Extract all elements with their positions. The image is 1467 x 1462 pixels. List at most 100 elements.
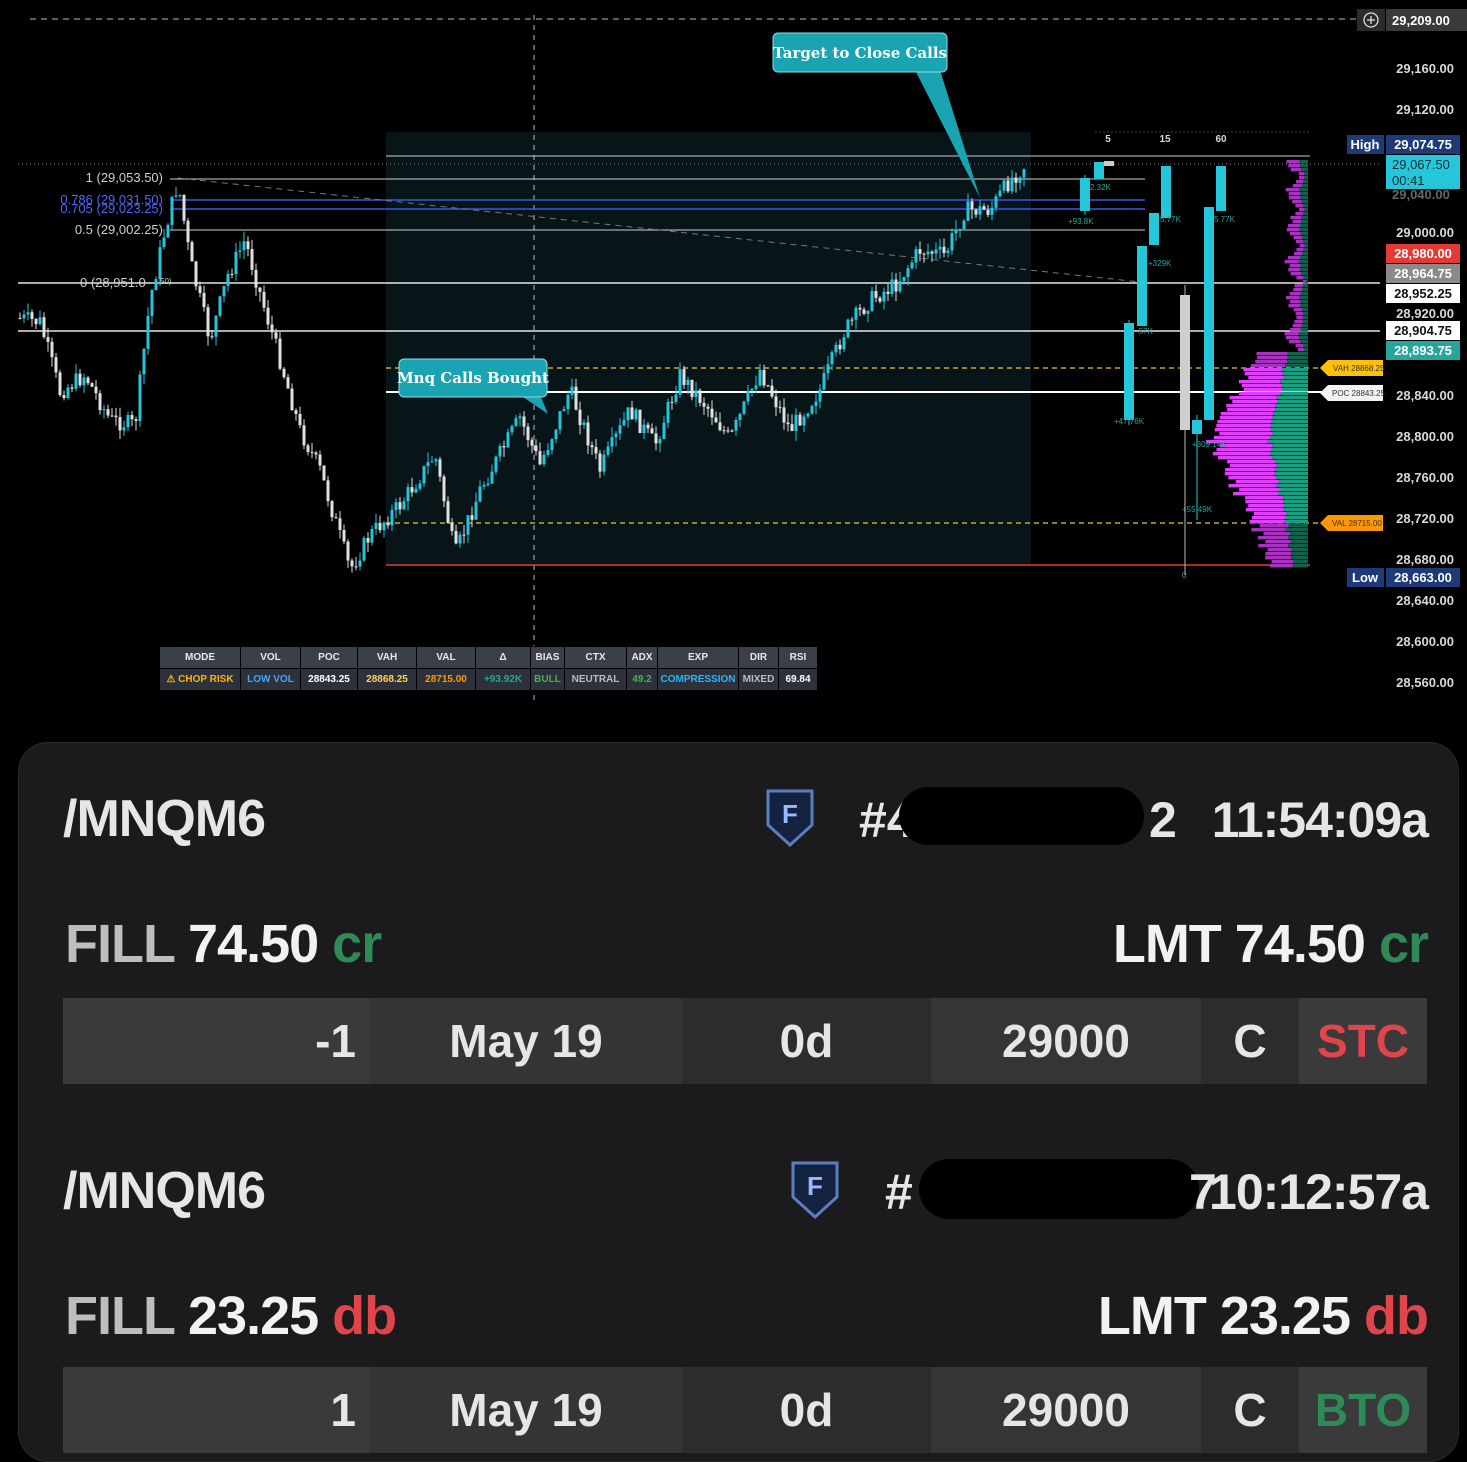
profile-bar-buy xyxy=(1271,448,1308,452)
candle-body xyxy=(630,407,634,420)
candle-body xyxy=(86,377,90,384)
profile-bar-sell xyxy=(1243,388,1283,392)
indicator-stats-table: MODE VOL POC VAH VAL Δ BIAS CTX ADX EXP … xyxy=(159,646,818,691)
price-chart[interactable]: 5 15 60 2.32K +93.8K 5.77K 5.77K +329K -… xyxy=(0,0,1467,730)
profile-bar-sell xyxy=(1216,424,1272,428)
candle-body xyxy=(390,510,394,526)
price-tick: 28,640.00 xyxy=(1396,593,1454,608)
profile-bar-sell xyxy=(1292,200,1302,204)
candle-body xyxy=(122,427,126,431)
candle-body xyxy=(774,396,778,408)
candle-body xyxy=(374,522,378,529)
candle-body xyxy=(902,276,906,282)
candle-body xyxy=(554,429,558,440)
candle-body xyxy=(502,446,506,448)
candle-body xyxy=(686,379,690,386)
profile-bar-buy xyxy=(1286,360,1308,364)
candle-body xyxy=(50,341,54,358)
profile-bar-sell xyxy=(1243,368,1283,372)
profile-bar-sell xyxy=(1299,244,1305,248)
profile-bar-buy xyxy=(1303,312,1308,316)
candle-body xyxy=(190,242,194,262)
profile-bar-buy xyxy=(1301,184,1308,188)
poc-tag-text: POC 28843.25 xyxy=(1332,389,1385,398)
leg-action: STC xyxy=(1299,998,1427,1084)
stats-header-cell: DIR xyxy=(738,646,779,669)
candle-body xyxy=(538,451,542,465)
profile-bar-sell xyxy=(1296,248,1304,252)
candle-body xyxy=(422,466,426,484)
leg-expiry: May 19 xyxy=(370,1367,682,1453)
candle-body xyxy=(982,206,986,210)
candle-body xyxy=(62,395,66,399)
candle-body xyxy=(218,296,222,316)
candle-body xyxy=(94,386,98,394)
profile-bar-sell xyxy=(1285,296,1300,300)
candle-body xyxy=(222,285,226,297)
delta-label: 0 xyxy=(1182,571,1187,580)
profile-bar-sell xyxy=(1296,316,1304,320)
candle-body xyxy=(706,406,710,409)
order-leg-row[interactable]: -1 May 19 0d 29000 C STC xyxy=(63,998,1427,1084)
price-tick: 28,920.00 xyxy=(1396,306,1454,321)
candle-body xyxy=(74,373,78,389)
chart-canvas[interactable]: 5 15 60 2.32K +93.8K 5.77K 5.77K +329K -… xyxy=(0,0,1467,730)
candle-body xyxy=(318,454,322,466)
candle-body xyxy=(342,529,346,542)
candle-body xyxy=(346,541,350,561)
candle-body xyxy=(170,196,174,225)
stats-header-cell: Δ xyxy=(475,646,531,669)
low-label: Low xyxy=(1352,570,1379,585)
profile-bar-buy xyxy=(1300,328,1308,332)
candle-body xyxy=(154,279,158,291)
timeframe-label-5: 5 xyxy=(1105,134,1111,145)
candle-body xyxy=(286,377,290,389)
htf5-body-3 xyxy=(1104,161,1114,166)
candle-body xyxy=(746,390,750,402)
profile-bar-buy xyxy=(1292,564,1308,568)
candle-body xyxy=(598,453,602,472)
profile-bar-buy xyxy=(1303,276,1308,280)
candle-body xyxy=(950,233,954,251)
candle-body xyxy=(326,480,330,502)
profile-bar-sell xyxy=(1286,228,1300,232)
profile-bar-sell xyxy=(1245,508,1284,512)
crosshair-price-tag[interactable]: 29,209.00 xyxy=(1357,9,1467,31)
profile-bar-buy xyxy=(1275,404,1308,408)
candle-body xyxy=(930,251,934,254)
profile-bar-sell xyxy=(1257,536,1288,540)
candle-body xyxy=(718,422,722,431)
profile-bar-sell xyxy=(1253,512,1287,516)
candle-body xyxy=(450,522,454,532)
candle-body xyxy=(338,518,342,530)
profile-bar-sell xyxy=(1296,276,1304,280)
profile-bar-sell xyxy=(1227,460,1276,464)
htf60-body-4 xyxy=(1216,166,1226,211)
leg-expiry: May 19 xyxy=(370,998,682,1084)
profile-bar-buy xyxy=(1300,300,1308,304)
profile-bar-sell xyxy=(1214,428,1271,432)
order-leg-row[interactable]: 1 May 19 0d 29000 C BTO xyxy=(63,1367,1427,1453)
profile-bar-sell xyxy=(1232,400,1278,404)
candle-body xyxy=(666,401,670,423)
candle-body xyxy=(162,237,166,248)
profile-bar-buy xyxy=(1274,468,1308,472)
candle-body xyxy=(30,312,34,319)
candle-body xyxy=(938,246,942,250)
candle-body xyxy=(202,292,206,308)
candle-body xyxy=(186,220,190,243)
profile-bar-sell xyxy=(1299,208,1305,212)
candle-body xyxy=(710,408,714,418)
candle-body xyxy=(782,407,786,423)
htf15-body-3 xyxy=(1149,213,1159,245)
candle-body xyxy=(182,194,186,221)
candle-body xyxy=(802,416,806,426)
vah-tag-text: VAH 28868.25 xyxy=(1333,364,1385,373)
profile-bar-sell xyxy=(1284,332,1299,336)
profile-bar-sell xyxy=(1294,284,1303,288)
profile-bar-sell xyxy=(1297,348,1304,352)
candle-body xyxy=(606,446,610,455)
profile-bar-buy xyxy=(1299,336,1308,340)
profile-bar-sell xyxy=(1293,308,1303,312)
candle-body xyxy=(874,291,878,298)
